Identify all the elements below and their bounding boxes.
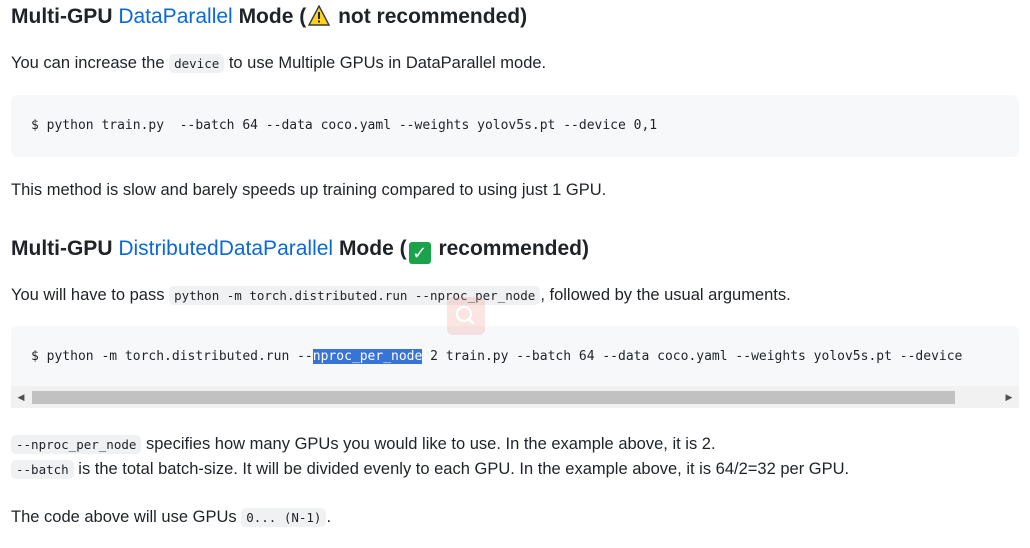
- search-icon[interactable]: [447, 297, 485, 335]
- heading-distributeddataparallel: Multi-GPU DistributedDataParallel Mode (…: [11, 237, 589, 264]
- nproc-explanation: --nproc_per_node specifies how many GPUs…: [11, 432, 716, 457]
- check-mark-icon: ✓: [408, 242, 431, 264]
- code-device: device: [169, 54, 225, 73]
- scroll-right-icon[interactable]: ▶: [999, 386, 1019, 408]
- gpu-usage-note: The code above will use GPUs 0... (N-1).: [11, 508, 332, 527]
- code-block-distributed[interactable]: $ python -m torch.distributed.run --npro…: [11, 326, 1019, 386]
- distributed-intro: You will have to pass python -m torch.di…: [11, 286, 791, 305]
- warning-icon: [308, 5, 331, 26]
- selected-text[interactable]: nproc_per_node: [312, 349, 423, 364]
- code-block-dataparallel[interactable]: $ python train.py --batch 64 --data coco…: [11, 95, 1019, 157]
- code-gpu-range: 0... (N-1): [241, 508, 327, 527]
- code-nproc: --nproc_per_node: [11, 435, 142, 454]
- scroll-left-icon[interactable]: ◀: [11, 386, 31, 408]
- dataparallel-intro: You can increase the device to use Multi…: [11, 54, 547, 73]
- link-dataparallel[interactable]: DataParallel: [118, 5, 232, 28]
- horizontal-scrollbar[interactable]: ◀ ▶: [11, 386, 1019, 408]
- heading-dataparallel: Multi-GPU DataParallel Mode ( not recomm…: [11, 5, 528, 28]
- link-distributeddataparallel[interactable]: DistributedDataParallel: [118, 237, 333, 260]
- dataparallel-note: This method is slow and barely speeds up…: [11, 181, 607, 199]
- batch-explanation: --batch is the total batch-size. It will…: [11, 457, 849, 482]
- scrollbar-thumb[interactable]: [32, 391, 955, 404]
- code-batch: --batch: [11, 460, 74, 479]
